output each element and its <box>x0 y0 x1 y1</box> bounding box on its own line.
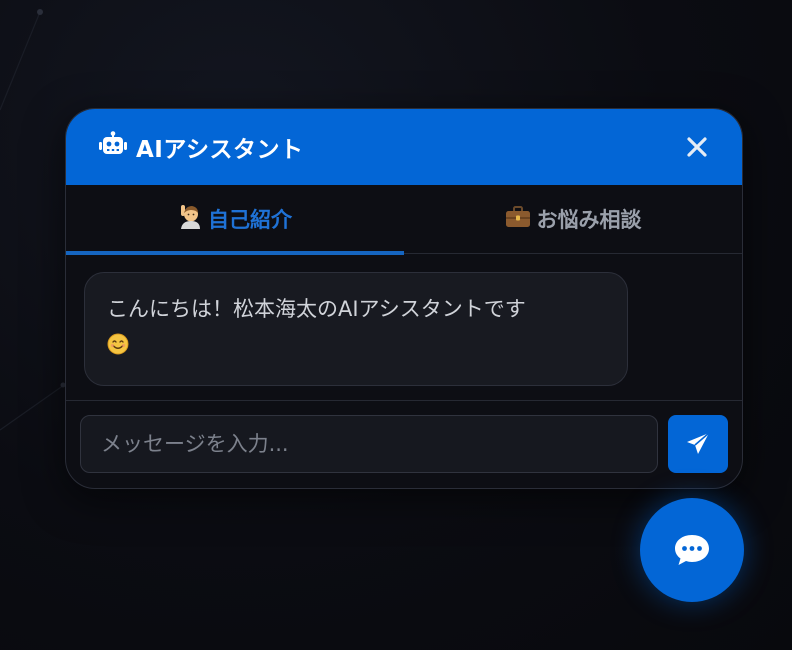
tab-label: お悩み相談 <box>536 208 642 232</box>
message-input[interactable] <box>80 415 658 473</box>
chat-title: AIアシスタント <box>136 137 304 163</box>
chat-launcher-button[interactable] <box>640 498 744 602</box>
message-text: こんにちは！松本海太のAIアシスタントです <box>107 297 526 321</box>
header-title-group: AIアシスタント <box>98 130 303 164</box>
close-button[interactable] <box>682 132 712 162</box>
tab-self-introduction[interactable]: 自己紹介 <box>66 185 404 255</box>
tab-label: 自己紹介 <box>208 208 292 232</box>
assistant-message: こんにちは！松本海太のAIアシスタントです <box>84 272 628 386</box>
chat-bubble-icon <box>675 535 709 565</box>
person-raising-hand-icon <box>178 204 202 235</box>
chat-header: AIアシスタント <box>66 109 742 185</box>
smiling-face-icon <box>107 328 129 368</box>
close-icon <box>687 137 707 157</box>
tab-consultation[interactable]: お悩み相談 <box>404 185 742 253</box>
chat-window: AIアシスタント 自己紹介 お悩み相談 こんにちは！松本海太のAIアシスタントで… <box>65 108 743 489</box>
paper-plane-icon <box>687 432 710 454</box>
composer <box>66 401 742 487</box>
send-button[interactable] <box>668 415 728 473</box>
tab-bar: 自己紹介 お悩み相談 <box>66 185 742 255</box>
robot-icon <box>98 131 128 163</box>
message-list: こんにちは！松本海太のAIアシスタントです <box>66 254 742 401</box>
briefcase-icon <box>505 205 531 233</box>
